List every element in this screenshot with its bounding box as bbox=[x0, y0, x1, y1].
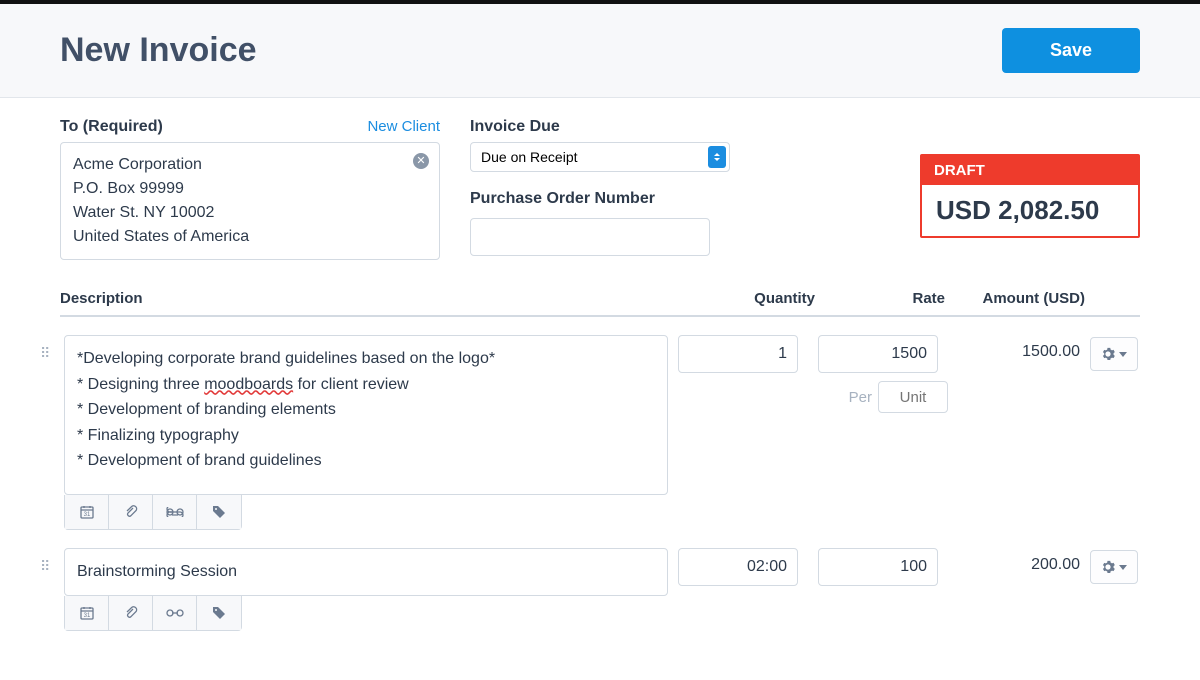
po-label: Purchase Order Number bbox=[470, 190, 730, 208]
client-name: Acme Corporation bbox=[73, 153, 427, 177]
line-items-header: Description Quantity Rate Amount (USD) bbox=[60, 290, 1140, 317]
gear-icon bbox=[1101, 347, 1115, 361]
tag-icon[interactable] bbox=[197, 495, 241, 529]
new-client-link[interactable]: New Client bbox=[367, 118, 440, 135]
client-country: United States of America bbox=[73, 225, 427, 249]
line-item: ⠿ *Developing corporate brand guidelines… bbox=[60, 335, 1140, 530]
status-block: DRAFT USD 2,082.50 bbox=[920, 118, 1140, 260]
line-options-button[interactable] bbox=[1090, 337, 1138, 371]
line-amount: 1500.00 bbox=[958, 335, 1080, 361]
svg-text:31: 31 bbox=[83, 512, 90, 518]
link-icon[interactable] bbox=[153, 596, 197, 630]
chevron-down-icon bbox=[1119, 352, 1127, 357]
po-number-input[interactable] bbox=[470, 218, 710, 256]
description-input[interactable]: *Developing corporate brand guidelines b… bbox=[64, 335, 668, 495]
gear-icon bbox=[1101, 560, 1115, 574]
due-block: Invoice Due Due on Receipt Purchase Orde… bbox=[470, 118, 730, 260]
line-amount: 200.00 bbox=[958, 548, 1080, 574]
status-badge: DRAFT bbox=[922, 156, 1138, 185]
line-options-button[interactable] bbox=[1090, 550, 1138, 584]
rate-input[interactable] bbox=[818, 548, 938, 586]
calendar-icon[interactable]: 31 bbox=[65, 495, 109, 529]
client-address-1: P.O. Box 99999 bbox=[73, 177, 427, 201]
description-input[interactable]: Brainstorming Session bbox=[64, 548, 668, 596]
drag-handle-icon[interactable]: ⠿ bbox=[40, 335, 54, 362]
content-area: To (Required) New Client Acme Corporatio… bbox=[0, 98, 1200, 671]
col-quantity: Quantity bbox=[685, 290, 815, 307]
chevron-down-icon bbox=[1119, 565, 1127, 570]
attachment-icon[interactable] bbox=[109, 495, 153, 529]
calendar-icon[interactable]: 31 bbox=[65, 596, 109, 630]
close-icon[interactable]: ✕ bbox=[413, 153, 429, 169]
col-amount: Amount (USD) bbox=[945, 290, 1085, 307]
line-item: ⠿ Brainstorming Session 31 bbox=[60, 548, 1140, 631]
drag-handle-icon[interactable]: ⠿ bbox=[40, 548, 54, 575]
line-toolbar: 31 bbox=[64, 495, 242, 530]
unit-input[interactable] bbox=[878, 381, 948, 413]
invoice-due-label: Invoice Due bbox=[470, 118, 730, 136]
invoice-due-select[interactable]: Due on Receipt bbox=[470, 142, 730, 172]
tag-icon[interactable] bbox=[197, 596, 241, 630]
to-label: To (Required) bbox=[60, 118, 163, 136]
to-block: To (Required) New Client Acme Corporatio… bbox=[60, 118, 440, 260]
client-address-2: Water St. NY 10002 bbox=[73, 201, 427, 225]
invoice-meta-row: To (Required) New Client Acme Corporatio… bbox=[60, 118, 1140, 260]
page-title: New Invoice bbox=[60, 31, 257, 70]
save-button[interactable]: Save bbox=[1002, 28, 1140, 73]
client-address-box[interactable]: Acme Corporation P.O. Box 99999 Water St… bbox=[60, 142, 440, 260]
page-header: New Invoice Save bbox=[0, 4, 1200, 98]
attachment-icon[interactable] bbox=[109, 596, 153, 630]
link-icon[interactable] bbox=[153, 495, 197, 529]
quantity-input[interactable] bbox=[678, 335, 798, 373]
svg-text:31: 31 bbox=[83, 613, 90, 619]
line-toolbar: 31 bbox=[64, 596, 242, 631]
invoice-total: USD 2,082.50 bbox=[922, 185, 1138, 236]
col-rate: Rate bbox=[815, 290, 945, 307]
quantity-input[interactable] bbox=[678, 548, 798, 586]
per-label: Per bbox=[849, 389, 872, 406]
col-description: Description bbox=[60, 290, 685, 307]
rate-input[interactable] bbox=[818, 335, 938, 373]
